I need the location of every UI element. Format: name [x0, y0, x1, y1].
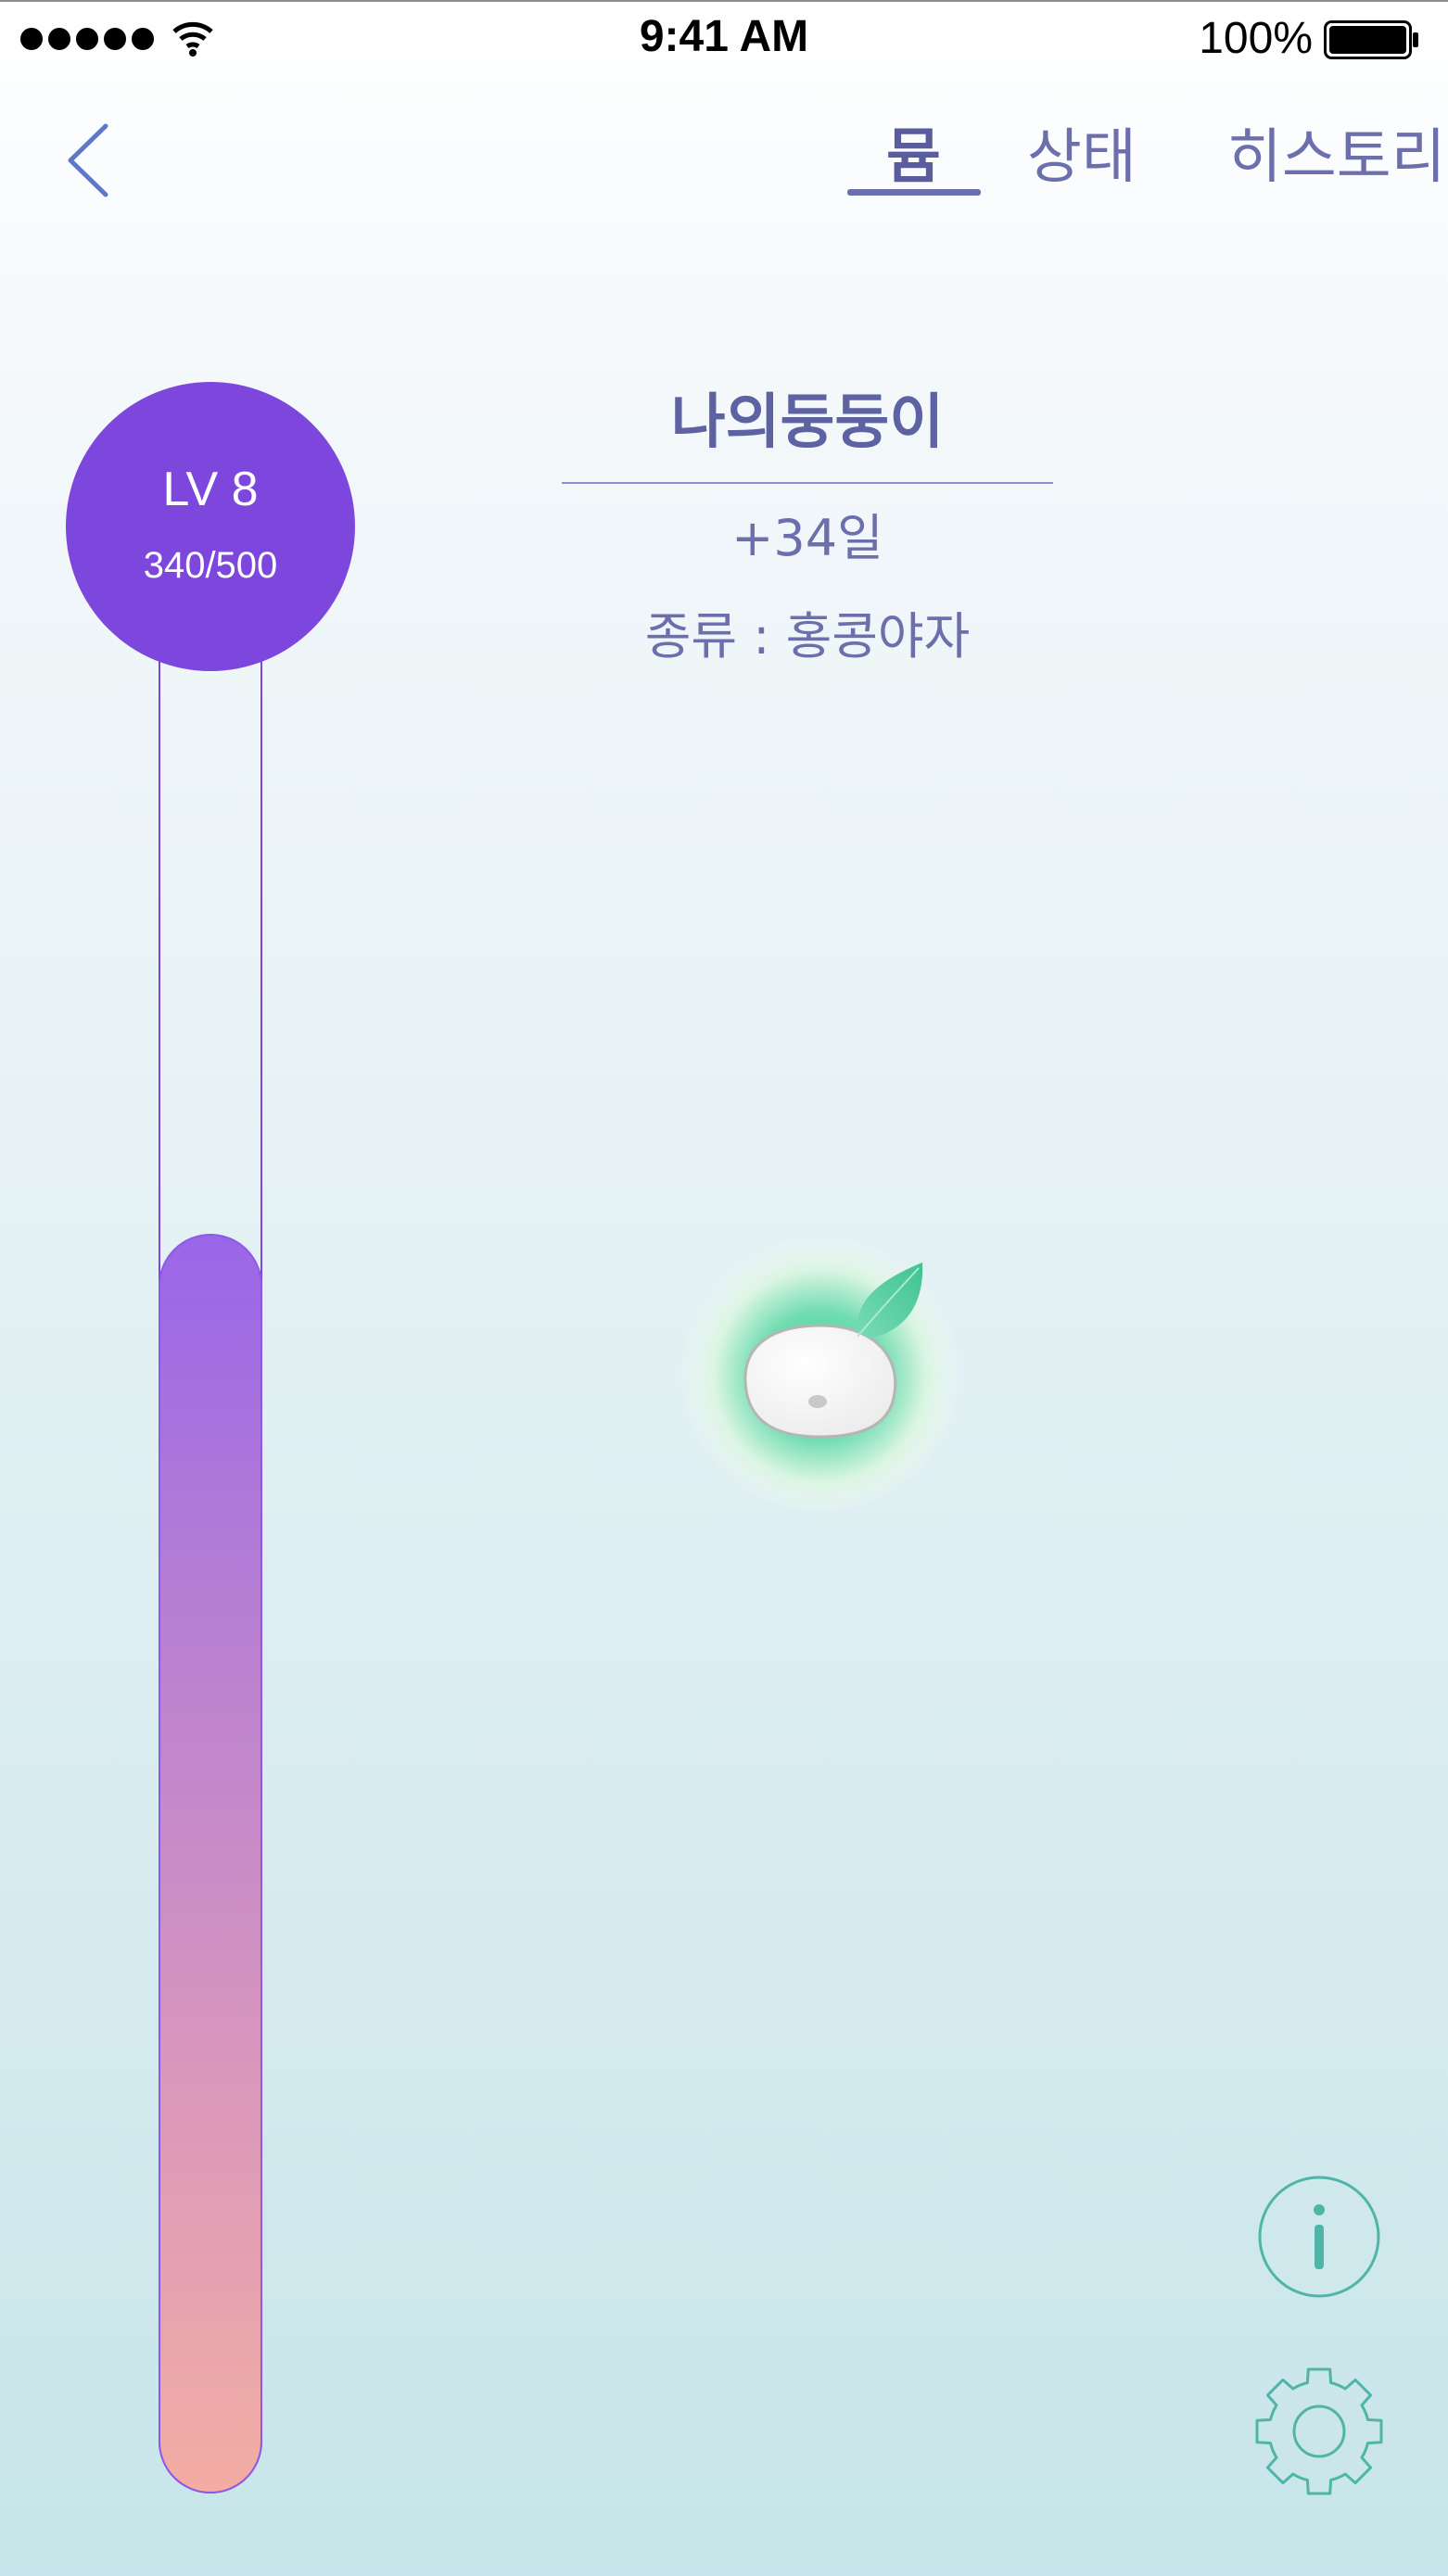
battery-percent: 100% [1199, 14, 1313, 63]
level-gauge [159, 640, 262, 2494]
level-title: LV 8 [162, 463, 259, 516]
battery-icon [1324, 20, 1418, 59]
pet-name-divider [562, 482, 1053, 484]
pet-days: +34일 [731, 509, 883, 567]
pet-name: 나의둥둥이 [670, 388, 945, 457]
tab-myum[interactable]: 뮴 [886, 109, 941, 195]
status-bar: 9:41 AM 100% [0, 0, 1448, 74]
tab-active-underline [847, 189, 981, 196]
level-xp: 340/500 [143, 545, 278, 586]
tab-history[interactable]: 히스토리 [1227, 109, 1446, 195]
pet-character-illustration [680, 1229, 961, 1511]
level-badge: LV 8 340/500 [66, 382, 355, 671]
pet-species-text: 종류 : 홍콩야자 [644, 607, 971, 666]
gear-icon[interactable] [1253, 2366, 1385, 2497]
info-icon[interactable] [1257, 2175, 1381, 2299]
chevron-left-icon[interactable] [61, 119, 117, 202]
tab-bar: 뮴 상태 히스토리 [747, 109, 1446, 211]
level-gauge-fill [159, 1234, 262, 2494]
tab-status[interactable]: 상태 [1027, 109, 1137, 195]
pet-species: 종류 : 홍콩야자 [562, 595, 1053, 668]
